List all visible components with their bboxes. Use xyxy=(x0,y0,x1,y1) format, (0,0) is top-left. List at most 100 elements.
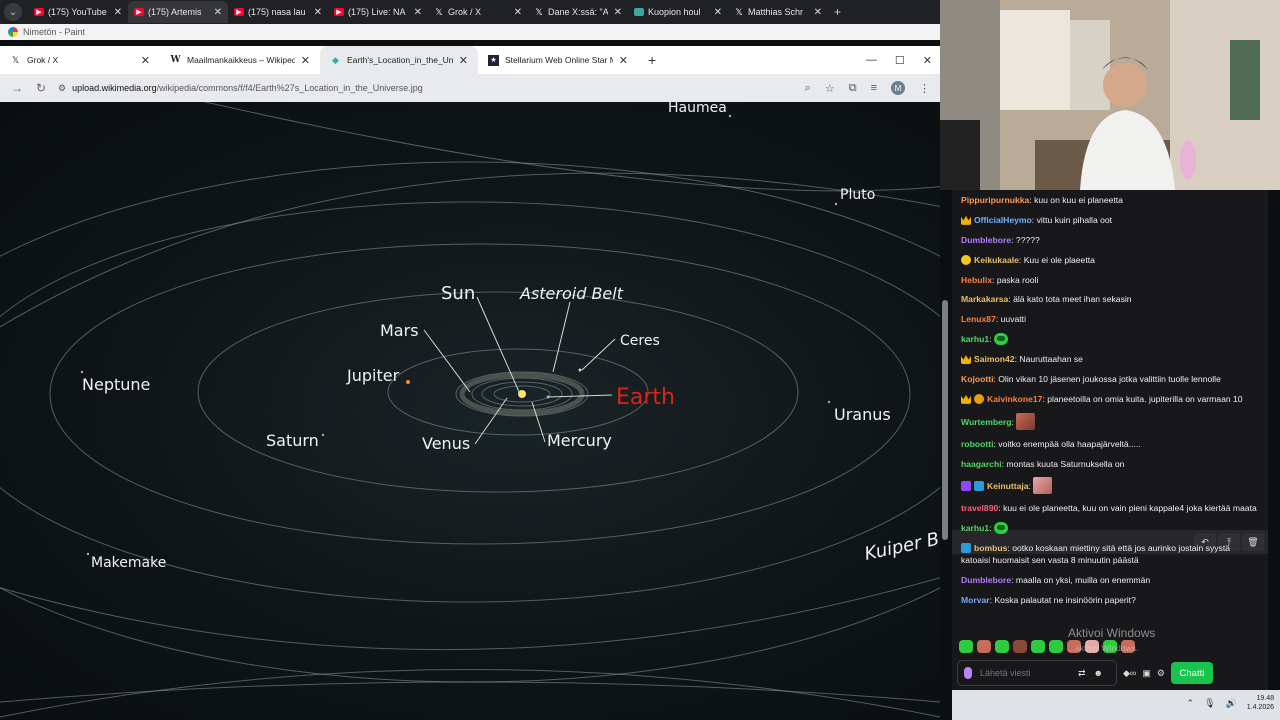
chat-username[interactable]: Keinuttaja xyxy=(987,481,1029,491)
orbit-kuiper xyxy=(0,577,940,651)
close-icon[interactable]: ✕ xyxy=(314,7,322,18)
outer-tab[interactable]: ▶ (175) Live: NA ✕ xyxy=(328,1,428,23)
orbit-jupiter xyxy=(387,348,649,436)
bits-icon[interactable]: ◆∞ xyxy=(1123,668,1136,679)
chat-text: vittu kuin pihalla oot xyxy=(1036,214,1113,225)
close-icon[interactable]: ✕ xyxy=(114,7,122,18)
menu-icon[interactable]: ⋮ xyxy=(919,82,930,95)
emote-icon[interactable] xyxy=(1013,639,1027,653)
close-icon[interactable]: ✕ xyxy=(214,7,222,18)
address-field[interactable]: ⚙ upload.wikimedia.org/wikipedia/commons… xyxy=(58,77,795,99)
tab-label: Maailmankaikkeus – Wikipedia xyxy=(187,55,295,65)
emote-icon[interactable] xyxy=(959,639,973,653)
chat-emote-icon[interactable] xyxy=(1016,412,1036,430)
reload-icon[interactable]: ↻ xyxy=(34,81,48,95)
emote-icon[interactable] xyxy=(995,639,1009,653)
chat-username[interactable]: Dumblebore xyxy=(961,575,1011,585)
close-icon[interactable]: ✕ xyxy=(459,54,468,67)
extensions-icon[interactable]: ⧉ xyxy=(849,82,857,95)
reading-list-icon[interactable]: ≡ xyxy=(871,82,877,94)
chat-message: OfficialHeymo: vittu kuin pihalla oot xyxy=(961,214,1259,226)
close-window-icon[interactable]: ✕ xyxy=(923,54,932,67)
forward-icon[interactable]: → xyxy=(10,81,24,95)
outer-tab[interactable]: 𝕏 Grok / X ✕ xyxy=(428,1,528,23)
zoom-icon[interactable]: ⌕ xyxy=(805,82,811,95)
chat-username[interactable]: travel890 xyxy=(961,503,998,513)
emoji-icon[interactable]: ☻ xyxy=(1094,668,1103,678)
chat-username[interactable]: Wurtemberg xyxy=(961,417,1011,427)
chat-input-box[interactable]: ⇄ ☻ xyxy=(957,660,1117,686)
maximize-icon[interactable]: ☐ xyxy=(895,54,905,67)
close-icon[interactable]: ✕ xyxy=(619,54,628,67)
chat-message: karhu1: xyxy=(961,522,1259,535)
chat-emote-icon[interactable] xyxy=(993,333,1008,346)
close-icon[interactable]: ✕ xyxy=(514,7,522,18)
new-tab-icon[interactable]: + xyxy=(638,52,666,68)
chat-username[interactable]: Keikukaale xyxy=(974,255,1019,265)
translate-icon[interactable]: ⇄ xyxy=(1078,668,1086,679)
close-icon[interactable]: ✕ xyxy=(141,54,150,67)
gift-icon[interactable]: ▣ xyxy=(1142,668,1151,679)
ceres-pointer xyxy=(581,338,616,371)
emote-icon[interactable] xyxy=(1049,639,1063,653)
microphone-icon[interactable] xyxy=(964,667,972,679)
tab-label: (175) YouTube xyxy=(48,7,107,17)
chat-username[interactable]: Dumblebore xyxy=(961,235,1011,245)
chat-emote-icon[interactable] xyxy=(993,522,1008,535)
chat-message: bombus: ootko koskaan miettiny sitä että… xyxy=(961,543,1231,566)
chat-username[interactable]: Kaivinkone17 xyxy=(987,394,1042,404)
site-info-icon[interactable]: ⚙ xyxy=(58,83,66,94)
chat-username[interactable]: karhu1 xyxy=(961,523,989,533)
close-icon[interactable]: ✕ xyxy=(814,7,822,18)
chat-send-button[interactable]: Chatti xyxy=(1170,662,1213,684)
chat-username[interactable]: Markakarsa xyxy=(961,294,1008,304)
emote-icon[interactable] xyxy=(977,639,991,653)
bookmark-star-icon[interactable]: ☆ xyxy=(825,82,835,95)
close-icon[interactable]: ✕ xyxy=(414,7,422,18)
settings-gear-icon[interactable]: ⚙ xyxy=(1157,668,1165,679)
tab-label: Dane X:ssä: "A xyxy=(548,7,608,17)
profile-avatar[interactable]: M xyxy=(891,81,905,95)
chat-emote-icon[interactable] xyxy=(1033,477,1053,495)
chat-input[interactable] xyxy=(980,668,1070,678)
chat-username[interactable]: Lenux87 xyxy=(961,314,996,324)
chat-username[interactable]: robootti xyxy=(961,439,993,449)
minimize-icon[interactable]: — xyxy=(866,54,877,66)
chat-username[interactable]: Saimon42 xyxy=(974,354,1015,364)
chat-username[interactable]: OfficialHeymo xyxy=(974,215,1032,225)
outer-tab[interactable]: ▶ (175) nasa lau ✕ xyxy=(228,1,328,23)
outer-tab[interactable]: ▶ (175) Artemis ✕ xyxy=(128,1,228,23)
close-icon[interactable]: ✕ xyxy=(614,7,622,18)
chat-username[interactable]: Kojootti xyxy=(961,374,993,384)
microphone-tray-icon[interactable]: 🎙 xyxy=(1204,698,1215,709)
inner-tab[interactable]: W Maailmankaikkeus – Wikipedia ✕ xyxy=(160,46,320,74)
chat-username[interactable]: karhu1 xyxy=(961,334,989,344)
chat-username[interactable]: Pippuripurnukka xyxy=(961,195,1029,205)
outer-tab[interactable]: 𝕏 Matthias Schr ✕ xyxy=(728,1,828,23)
chat-text: kuu ei ole planeetta, kuu on vain pieni … xyxy=(1003,503,1257,514)
close-icon[interactable]: ✕ xyxy=(301,54,310,67)
taskbar: ⌃ 🎙 🔊 19.48 1.4.2026 xyxy=(952,690,1280,720)
emote-icon[interactable] xyxy=(1031,639,1045,653)
inner-tab[interactable]: ★ Stellarium Web Online Star Ma ✕ xyxy=(478,46,638,74)
new-tab-icon[interactable]: + xyxy=(834,5,841,19)
page-scrollbar[interactable] xyxy=(942,300,948,540)
outer-tab[interactable]: 𝕏 Dane X:ssä: "A ✕ xyxy=(528,1,628,23)
speaker-icon[interactable]: 🔊 xyxy=(1226,698,1237,709)
inner-tab-active[interactable]: ◆ Earth's_Location_in_the_Univer ✕ xyxy=(320,46,478,74)
inner-tab[interactable]: 𝕏 Grok / X ✕ xyxy=(0,46,160,74)
chat-username[interactable]: Hebulix xyxy=(961,275,992,285)
neptune-marker xyxy=(80,370,84,374)
chat-text: uuvatti xyxy=(1000,314,1026,325)
chat-username[interactable]: bombus xyxy=(974,543,1007,553)
tab-search-chevron-icon[interactable]: ⌄ xyxy=(4,3,22,21)
asteroid-belt-pointer xyxy=(552,301,571,373)
paint-title-bar: Nimetön - Paint xyxy=(0,24,940,40)
chat-username[interactable]: Morvar xyxy=(961,595,990,605)
clock[interactable]: 19.48 1.4.2026 xyxy=(1247,694,1274,712)
close-icon[interactable]: ✕ xyxy=(714,7,722,18)
chevron-up-icon[interactable]: ⌃ xyxy=(1187,698,1195,709)
outer-tab[interactable]: ▶ (175) YouTube ✕ xyxy=(28,1,128,23)
outer-tab[interactable]: Kuopion houl ✕ xyxy=(628,1,728,23)
chat-username[interactable]: haagarchi xyxy=(961,459,1002,469)
